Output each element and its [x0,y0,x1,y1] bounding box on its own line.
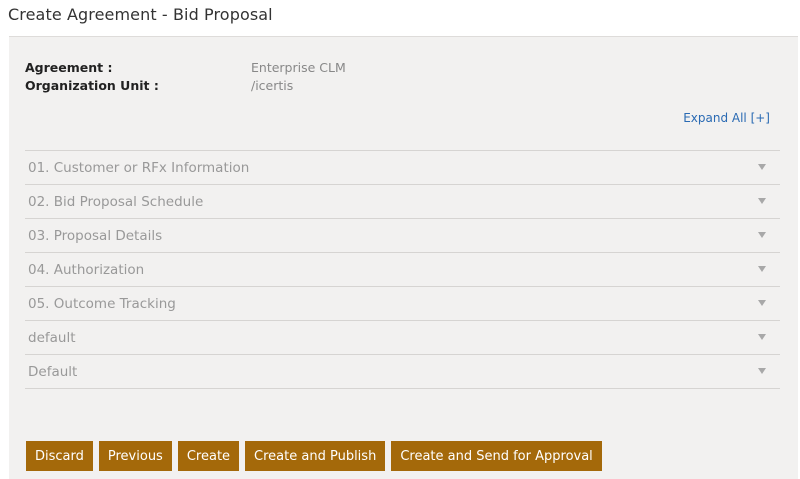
section-outcome-tracking[interactable]: 05. Outcome Tracking [25,287,780,321]
org-unit-row: Organization Unit : /icertis [25,77,346,95]
section-label: 03. Proposal Details [28,227,163,244]
caret-down-icon [758,334,766,340]
section-bid-proposal-schedule[interactable]: 02. Bid Proposal Schedule [25,185,780,219]
caret-down-icon [758,164,766,170]
section-label: 04. Authorization [28,261,145,278]
caret-down-icon [758,266,766,272]
page-title: Create Agreement - Bid Proposal [8,5,273,24]
agreement-label: Agreement : [25,60,113,75]
agreement-value: Enterprise CLM [251,60,346,75]
discard-button[interactable]: Discard [26,441,93,471]
agreement-panel: Agreement : Enterprise CLM Organization … [9,36,798,479]
section-authorization[interactable]: 04. Authorization [25,253,780,287]
create-and-publish-button[interactable]: Create and Publish [245,441,386,471]
agreement-row: Agreement : Enterprise CLM [25,59,346,77]
caret-down-icon [758,300,766,306]
caret-down-icon [758,368,766,374]
section-proposal-details[interactable]: 03. Proposal Details [25,219,780,253]
section-customer-rfx[interactable]: 01. Customer or RFx Information [25,151,780,185]
agreement-meta: Agreement : Enterprise CLM Organization … [25,59,346,95]
section-accordion: 01. Customer or RFx Information 02. Bid … [25,150,780,389]
section-default-lower[interactable]: default [25,321,780,355]
action-bar: Discard Previous Create Create and Publi… [26,441,602,471]
section-label: 05. Outcome Tracking [28,295,176,312]
org-unit-label: Organization Unit : [25,78,159,93]
section-label: 01. Customer or RFx Information [28,159,250,176]
previous-button[interactable]: Previous [98,441,172,471]
caret-down-icon [758,198,766,204]
create-and-send-for-approval-button[interactable]: Create and Send for Approval [391,441,602,471]
org-unit-value: /icertis [251,78,294,93]
section-label: default [28,329,76,346]
expand-all-link[interactable]: Expand All [+] [683,111,770,125]
caret-down-icon [758,232,766,238]
section-default-upper[interactable]: Default [25,355,780,389]
create-button[interactable]: Create [177,441,240,471]
section-label: 02. Bid Proposal Schedule [28,193,204,210]
section-label: Default [28,363,78,380]
